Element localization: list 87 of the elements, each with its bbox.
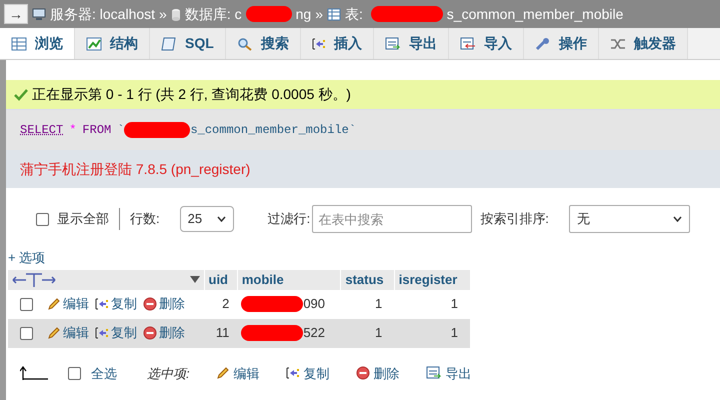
tab[interactable]: 导出	[374, 28, 449, 59]
edit-link[interactable]: 编辑	[47, 294, 89, 314]
options-link[interactable]: + 选项	[6, 248, 46, 268]
breadcrumb-link[interactable]: s_common_member_mobile	[446, 4, 624, 24]
table-icon	[327, 8, 341, 20]
redaction-mark	[241, 296, 304, 312]
copy-link[interactable]: 复制	[95, 323, 137, 343]
column-header[interactable]: isregister	[394, 270, 470, 290]
search-icon	[236, 36, 253, 50]
chevron-icon	[216, 216, 226, 222]
checkbox[interactable]	[20, 326, 33, 340]
sort-label: 按索引排序:	[480, 210, 549, 228]
column-header[interactable]: uid	[204, 270, 238, 290]
with-selected-label: 选中项:	[147, 364, 190, 382]
pencil-icon	[47, 326, 61, 340]
filter-label: 过滤行:	[268, 210, 310, 228]
checkbox[interactable]	[68, 366, 81, 380]
tab[interactable]: 浏览	[0, 28, 75, 59]
delete-link[interactable]: 删除	[143, 323, 185, 343]
rows-label: 行数:	[130, 210, 160, 228]
breadcrumb-link[interactable]: ng	[296, 4, 312, 24]
success-message: 正在显示第 0 - 1 行 (共 2 行, 查询花费 0.0005 秒。)	[32, 85, 351, 104]
pencil-icon	[216, 366, 230, 380]
redaction-mark	[241, 325, 304, 341]
breadcrumb-link[interactable]: 表:	[345, 4, 367, 24]
table-icon	[11, 36, 27, 50]
table-cell: 1	[394, 318, 470, 348]
breadcrumb-link[interactable]: 数据库: c	[184, 4, 242, 24]
chevron-icon	[673, 216, 682, 222]
insert-arrow-icon	[95, 326, 109, 340]
redaction-mark	[124, 122, 190, 138]
sort-select[interactable]: 无	[568, 205, 690, 233]
tab[interactable]: 插入	[300, 28, 374, 59]
bulk-action-link[interactable]: 复制	[286, 364, 330, 383]
rows-select[interactable]: 25	[180, 206, 234, 232]
breadcrumb-link[interactable]: 服务器: localhost	[50, 4, 156, 24]
filter-field[interactable]: 在表中搜索	[312, 205, 472, 233]
pencil-icon	[47, 297, 61, 311]
tab[interactable]: 搜索	[226, 28, 301, 59]
insert-arrow-icon	[312, 36, 326, 50]
export-icon	[426, 366, 442, 380]
plugin-notice: 蒲宁手机注册登陆 7.8.5 (pn_register)	[20, 160, 250, 179]
nav-toggle[interactable]: →	[4, 4, 28, 24]
table-cell: 1	[394, 290, 470, 318]
separator: »	[315, 4, 323, 24]
insert-arrow-icon	[95, 297, 109, 311]
insert-arrow-icon	[286, 366, 300, 380]
server-icon	[32, 8, 46, 20]
delete-icon	[143, 297, 157, 311]
tab[interactable]: SQL	[150, 28, 226, 59]
tab[interactable]: 导入	[448, 28, 524, 59]
table-cell: 1	[340, 318, 394, 348]
structure-icon	[86, 36, 102, 50]
wrench-icon	[534, 36, 551, 50]
delete-link[interactable]: 删除	[143, 294, 185, 314]
separator: »	[159, 4, 167, 24]
tab[interactable]: 结构	[75, 28, 150, 59]
copy-link[interactable]: 复制	[95, 294, 137, 314]
bulk-action-link[interactable]: 导出	[426, 364, 472, 383]
shuffle-icon	[610, 36, 626, 50]
edit-link[interactable]: 编辑	[47, 323, 89, 343]
tab[interactable]: 触发器	[598, 28, 688, 59]
dropdown-icon[interactable]	[190, 276, 200, 283]
tab[interactable]: 操作	[524, 28, 599, 59]
column-header[interactable]: mobile	[237, 270, 341, 290]
table-cell: 2	[204, 290, 238, 318]
import-icon	[460, 36, 476, 50]
redaction-mark	[246, 6, 292, 22]
show-all-label: 显示全部	[57, 210, 109, 228]
checkbox[interactable]	[20, 298, 33, 310]
checkmark-icon	[14, 88, 28, 100]
column-header[interactable]: status	[340, 270, 394, 290]
column-resize-icon[interactable]	[12, 272, 56, 288]
delete-icon	[143, 326, 157, 340]
checkbox[interactable]	[36, 212, 49, 226]
table-cell: 11	[204, 318, 238, 348]
bulk-action-link[interactable]: 编辑	[216, 364, 260, 383]
bulk-action-link[interactable]: 删除	[356, 364, 400, 383]
table-cell: 1	[340, 290, 394, 318]
arrow-up-icon	[20, 366, 48, 380]
sql-query: SELECT * FROM ` s_common_member_mobile`	[6, 110, 720, 150]
select-all-link[interactable]: 全选	[91, 364, 117, 383]
table-cell-text: 522	[303, 324, 326, 342]
table-cell-text: 090	[303, 295, 326, 314]
delete-icon	[356, 366, 370, 380]
export-icon	[384, 36, 401, 50]
database-icon	[170, 8, 181, 20]
